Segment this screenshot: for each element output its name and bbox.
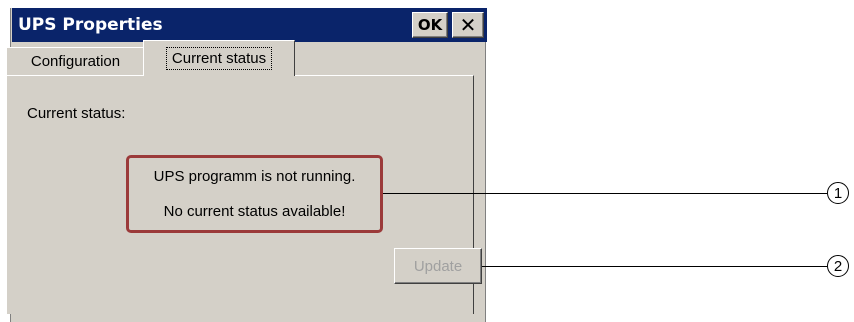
callout-1-marker: 1 bbox=[827, 182, 849, 204]
title-bar[interactable]: UPS Properties OK ✕ bbox=[11, 8, 487, 42]
status-message-not-running: UPS programm is not running. bbox=[153, 168, 356, 185]
status-message-unavailable: No current status available! bbox=[163, 203, 346, 220]
status-message-box: UPS programm is not running. No current … bbox=[126, 155, 383, 233]
callout-2-marker: 2 bbox=[827, 255, 849, 277]
callout-2-leader-line bbox=[482, 266, 827, 267]
tab-configuration[interactable]: Configuration bbox=[6, 47, 145, 75]
tab-configuration-label: Configuration bbox=[30, 53, 121, 70]
callout-1-leader-line bbox=[383, 193, 827, 194]
window-title: UPS Properties bbox=[18, 15, 163, 35]
ok-button[interactable]: OK bbox=[412, 12, 448, 38]
screenshot-stage: UPS Properties OK ✕ Configuration Curren… bbox=[0, 0, 854, 322]
tab-current-status-label: Current status bbox=[165, 47, 273, 70]
close-button[interactable]: ✕ bbox=[452, 12, 484, 38]
close-icon: ✕ bbox=[459, 13, 477, 37]
current-status-heading: Current status: bbox=[27, 105, 126, 122]
update-button[interactable]: Update bbox=[394, 248, 482, 284]
tab-current-status[interactable]: Current status bbox=[143, 40, 295, 76]
